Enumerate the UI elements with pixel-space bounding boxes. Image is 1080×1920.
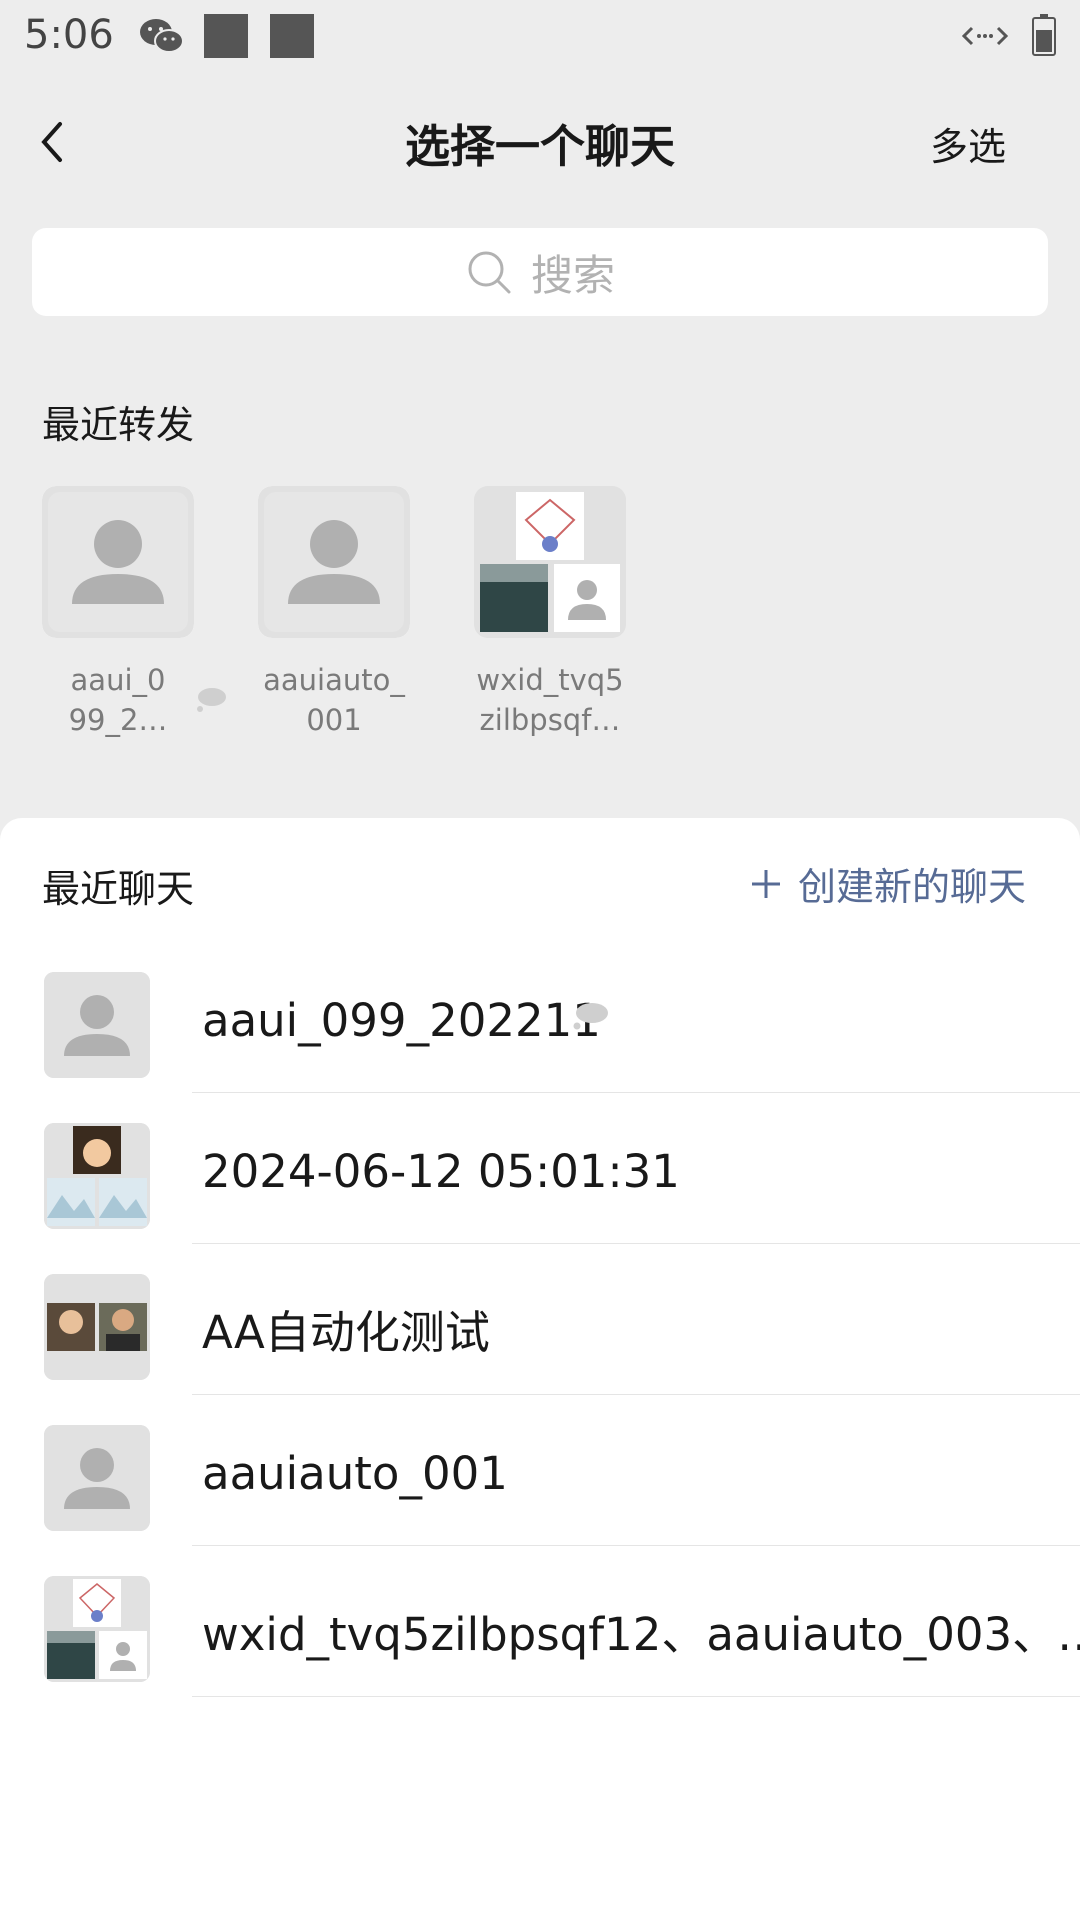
divider: [192, 1696, 1080, 1697]
chat-row[interactable]: wxid_tvq5zilbpsqf12、aauiauto_003、…: [0, 1546, 1080, 1697]
avatar: [42, 486, 194, 638]
search-input[interactable]: 搜索: [32, 228, 1048, 316]
recent-chats-title: 最近聊天: [42, 867, 195, 911]
recent-forward-item[interactable]: wxid_tvq5 zilbpsqf…: [474, 486, 626, 740]
group-avatar-icon: [44, 1576, 150, 1682]
avatar: [44, 972, 150, 1078]
default-avatar-icon: [42, 486, 194, 638]
data-transfer-icon: [962, 26, 1008, 46]
recent-forward-name: wxid_tvq5 zilbpsqf…: [476, 663, 624, 737]
default-avatar-icon: [44, 972, 150, 1078]
page-title: 选择一个聊天: [404, 120, 675, 173]
chat-name: wxid_tvq5zilbpsqf12、aauiauto_003、…: [202, 1608, 1080, 1661]
mute-icon: [197, 688, 226, 712]
wechat-icon: [140, 19, 184, 53]
default-avatar-icon: [44, 1425, 150, 1531]
notification-icon: [204, 14, 248, 58]
default-avatar-icon: [258, 486, 410, 638]
search-icon: [468, 251, 511, 294]
group-avatar-icon: [44, 1274, 150, 1380]
notification-icon: [270, 14, 314, 58]
search-placeholder: 搜索: [530, 250, 615, 300]
chat-name: aaui_099_202211: [202, 994, 601, 1047]
recent-forward-item[interactable]: aauiauto_ 001: [258, 486, 410, 740]
create-new-chat-label: 创建新的聊天: [797, 865, 1026, 909]
avatar: [44, 1425, 150, 1531]
group-avatar: [474, 486, 626, 638]
group-avatar-icon: [474, 486, 626, 638]
navigation-bar: 选择一个聊天 多选: [0, 76, 1080, 208]
chat-row[interactable]: 2024-06-12 05:01:31: [0, 1093, 1080, 1244]
recent-forward-title: 最近转发: [42, 403, 195, 447]
avatar: [258, 486, 410, 638]
status-time: 5:06: [24, 12, 114, 58]
create-new-chat-button[interactable]: 创建新的聊天: [750, 856, 1026, 911]
chat-row[interactable]: aauiauto_001: [0, 1395, 1080, 1546]
recent-forward-name: aauiauto_ 001: [263, 663, 405, 737]
group-avatar: [44, 1274, 150, 1380]
plus-icon: [751, 869, 780, 898]
multi-select-button[interactable]: 多选: [930, 116, 1006, 171]
chat-row[interactable]: AA自动化测试: [0, 1244, 1080, 1395]
chat-row[interactable]: aaui_099_202211: [0, 942, 1080, 1093]
group-avatar: [44, 1123, 150, 1229]
battery-icon: [1032, 14, 1056, 56]
group-avatar-icon: [44, 1123, 150, 1229]
recent-chats-panel: 最近聊天 创建新的聊天 aaui_099_202211 2024-06-12 0…: [0, 818, 1080, 1920]
recent-forward-item[interactable]: aaui_0 99_2…: [42, 486, 226, 740]
mute-icon: [573, 1003, 608, 1030]
recent-forward-name: aaui_0 99_2…: [68, 663, 168, 737]
status-bar: 5:06: [0, 0, 1080, 76]
chat-name: 2024-06-12 05:01:31: [202, 1145, 680, 1198]
chat-name: AA自动化测试: [202, 1306, 490, 1359]
chat-name: aauiauto_001: [202, 1447, 508, 1500]
group-avatar: [44, 1576, 150, 1682]
